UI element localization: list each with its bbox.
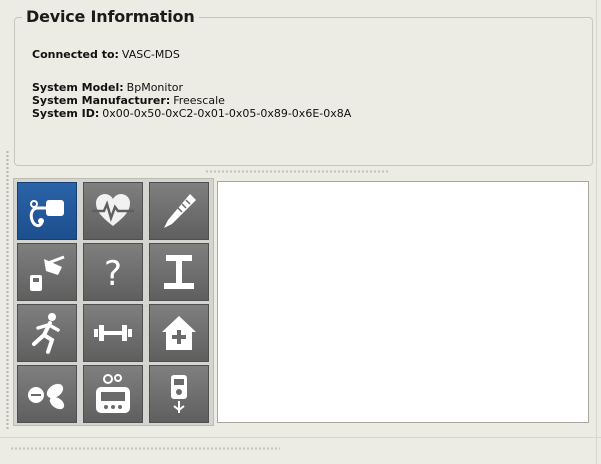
tile-blood-pressure[interactable] — [17, 182, 77, 240]
tile-activity[interactable] — [17, 304, 77, 362]
pump-device-icon — [96, 374, 130, 413]
glucose-hand-icon — [30, 255, 65, 291]
inhaler-monitor-icon — [171, 375, 187, 413]
running-person-icon — [32, 313, 60, 354]
thermometer-icon — [164, 194, 196, 228]
system-id-label: System ID — [32, 107, 99, 120]
system-model-label: System Model — [32, 81, 124, 94]
vertical-splitter-grip[interactable] — [6, 150, 9, 430]
tile-inhaler-monitor[interactable] — [149, 365, 209, 423]
bottom-divider — [0, 437, 601, 438]
right-window-border — [596, 0, 597, 464]
tile-home-health[interactable] — [149, 304, 209, 362]
bottom-splitter-grip[interactable] — [10, 447, 280, 450]
measurement-icon-grid: ? — [13, 178, 214, 426]
home-health-icon — [162, 316, 196, 350]
question-icon: ? — [104, 254, 122, 294]
tile-weighing-scale[interactable] — [149, 243, 209, 301]
tile-thermometer[interactable] — [149, 182, 209, 240]
pills-icon — [28, 383, 65, 410]
tile-medication[interactable] — [17, 365, 77, 423]
tile-pump-device[interactable] — [83, 365, 143, 423]
system-model-value: BpMonitor — [126, 81, 184, 94]
system-model-row: System ModelBpMonitor — [32, 81, 183, 94]
system-manufacturer-value: Freescale — [173, 94, 225, 107]
connected-to-label: Connected to — [32, 48, 119, 61]
connected-to-value: VASC-MDS — [121, 48, 180, 61]
tile-glucose[interactable] — [17, 243, 77, 301]
dumbbell-icon — [94, 325, 132, 341]
heart-rate-icon — [92, 194, 134, 226]
system-id-value: 0x00-0x50-0xC2-0x01-0x05-0x89-0x6E-0x8A — [102, 107, 352, 120]
connected-to-row: Connected toVASC-MDS — [32, 48, 180, 61]
group-title: Device Information — [22, 7, 199, 26]
system-manufacturer-label: System Manufacturer — [32, 94, 170, 107]
system-id-row: System ID0x00-0x50-0xC2-0x01-0x05-0x89-0… — [32, 107, 351, 120]
weighing-scale-icon — [164, 255, 194, 289]
blood-pressure-icon — [29, 200, 64, 228]
app-window: Device Information Connected toVASC-MDS … — [0, 0, 601, 464]
tile-strength[interactable] — [83, 304, 143, 362]
system-manufacturer-row: System ManufacturerFreescale — [32, 94, 225, 107]
svg-text:?: ? — [104, 254, 122, 294]
output-panel[interactable] — [217, 181, 589, 423]
horizontal-splitter-grip[interactable] — [205, 170, 390, 173]
tile-help[interactable]: ? — [83, 243, 143, 301]
tile-heart-rate[interactable] — [83, 182, 143, 240]
